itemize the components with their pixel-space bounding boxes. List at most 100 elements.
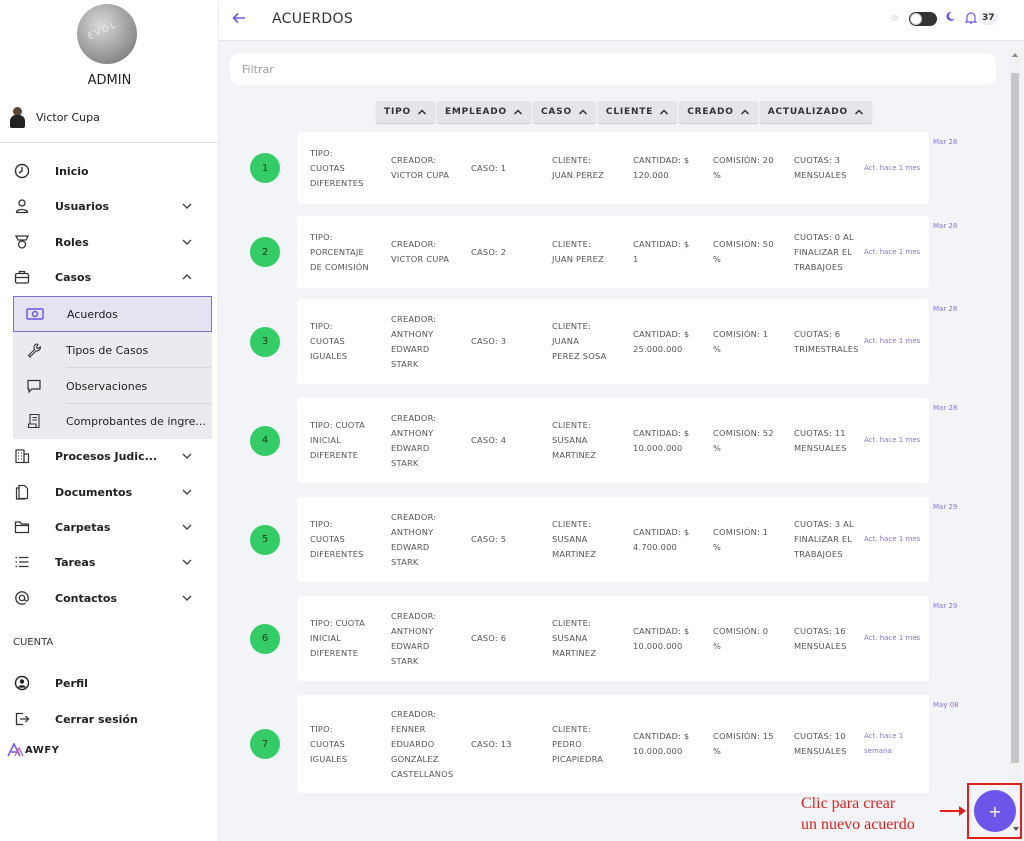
agreement-card[interactable]: TIPO: CUOTA INICIAL DIFERENTE CREADOR: ANTHO…: [297, 596, 929, 681]
sidebar-item-label: Perfil: [55, 676, 88, 690]
cliente-cell-line: CLIENTE:: [552, 618, 592, 628]
created-date: Mar 29: [933, 602, 958, 610]
theme-toggle[interactable]: [909, 12, 937, 26]
sidebar-item-label: Documentos: [55, 485, 133, 499]
scroll-up-arrow[interactable]: [1012, 53, 1018, 57]
submenu-item-comprobantes[interactable]: Comprobantes de ingre...: [13, 403, 212, 439]
sort-button-cliente[interactable]: CLIENTE: [597, 101, 678, 123]
sidebar-item-tareas[interactable]: Tareas: [0, 547, 212, 577]
chevron-up-icon: [417, 109, 426, 115]
chevron-down-icon[interactable]: [181, 450, 193, 462]
user-name: Victor Cupa: [36, 110, 100, 124]
filter-input[interactable]: [230, 53, 996, 85]
agreement-card[interactable]: TIPO: PORCENTAJE DE COMISIÓN CREADOR: VICTOR…: [297, 216, 929, 288]
sidebar-item-procesos-judiciales[interactable]: Procesos Judic...: [0, 441, 212, 471]
annotation-arrow: [940, 806, 966, 816]
creador-cell-line: CREADOR:: [391, 155, 437, 165]
annotation-line-2: un nuevo acuerdo: [801, 816, 915, 833]
filter-box[interactable]: [230, 53, 996, 85]
cliente-cell: CLIENTE: SUSANA MARTINEZ: [552, 616, 596, 661]
creador-cell-line: CREADOR:: [391, 412, 437, 423]
sidebar-item-usuarios[interactable]: Usuarios: [0, 191, 212, 221]
cliente-cell: CLIENTE: JUANA PEREZ SOSA: [552, 319, 606, 364]
user-row[interactable]: Victor Cupa: [8, 106, 100, 128]
sort-button-empleado[interactable]: EMPLEADO: [436, 101, 532, 123]
submenu-item-tipos-de-casos[interactable]: Tipos de Casos: [13, 332, 212, 368]
cantidad-cell-line: CANTIDAD: $: [633, 239, 690, 249]
creador-cell-line: EDUARDO: [391, 738, 435, 749]
chat-icon: [25, 377, 43, 395]
creador-cell-line: STARK: [391, 556, 419, 567]
creador-cell-line: STARK: [391, 457, 419, 468]
tipo-cell-line: TIPO:: [310, 147, 333, 158]
sidebar-item-casos[interactable]: Casos: [0, 262, 212, 292]
sidebar-item-inicio[interactable]: Inicio: [0, 156, 212, 186]
clock-icon: [13, 162, 31, 180]
bell-icon[interactable]: [964, 11, 978, 27]
user-avatar: [8, 106, 28, 128]
creador-cell-line: CREADOR:: [391, 313, 437, 324]
submenu-item-observaciones[interactable]: Observaciones: [13, 368, 212, 404]
comision-cell-line: %: [713, 746, 722, 756]
tipo-cell-line: TIPO:: [310, 519, 333, 529]
cuotas-cell: CUOTAS: 16 MENSUALES: [794, 624, 847, 654]
cliente-cell: CLIENTE: SUSANA MARTINEZ: [552, 418, 596, 463]
agreement-card[interactable]: TIPO: CUOTAS DIFERENTES CREADOR: ANTHONY EDWA…: [297, 497, 929, 582]
comision-cell-line: %: [713, 640, 722, 651]
sort-button-actualizado[interactable]: ACTUALIZADO: [759, 101, 872, 123]
cuotas-cell-line: MENSUALES: [794, 170, 847, 180]
caso-cell-line: CASO: 4: [471, 435, 507, 445]
chevron-up-icon[interactable]: [181, 271, 193, 283]
chevron-down-icon[interactable]: [181, 556, 193, 568]
back-arrow-icon[interactable]: [231, 10, 251, 30]
tipo-cell-line: TIPO: CUOTA: [310, 618, 366, 628]
scrollbar[interactable]: [1009, 51, 1021, 791]
cantidad-cell-line: CANTIDAD: $: [633, 731, 690, 741]
sort-button-tipo[interactable]: TIPO: [376, 101, 435, 123]
cuotas-cell-line: MENSUALES: [794, 640, 847, 651]
cliente-cell-line: JUAN PEREZ: [552, 170, 604, 180]
agreement-card[interactable]: TIPO: CUOTAS IGUALES CREADOR: FENNER EDUARDO G…: [297, 695, 929, 793]
updated-ago-line: Act. hace 1 mes: [864, 436, 921, 444]
cuotas-cell-line: CUOTAS: 16: [794, 625, 846, 636]
sidebar-item-documentos[interactable]: Documentos: [0, 477, 212, 507]
logout-icon: [13, 710, 31, 728]
submenu-item-acuerdos[interactable]: Acuerdos: [13, 296, 212, 332]
sidebar-item-cerrar-sesion[interactable]: Cerrar sesión: [0, 704, 212, 734]
chevron-down-icon[interactable]: [181, 200, 193, 212]
sort-button-creado[interactable]: CREADO: [679, 101, 758, 123]
sidebar-item-roles[interactable]: Roles: [0, 227, 212, 257]
chevron-down-icon[interactable]: [181, 236, 193, 248]
row-number-badge: 5: [250, 524, 280, 555]
chevron-down-icon[interactable]: [181, 592, 193, 604]
chevron-down-icon[interactable]: [181, 486, 193, 498]
agreement-card[interactable]: TIPO: CUOTAS DIFERENTES CREADOR: VICTOR CUPA…: [297, 132, 929, 204]
updated-ago-line: semana: [864, 747, 892, 755]
creador-cell-line: CREADOR:: [391, 239, 437, 249]
sidebar-item-perfil[interactable]: Perfil: [0, 668, 212, 698]
creador-cell-line: STARK: [391, 358, 419, 369]
chevron-up-icon: [513, 109, 523, 115]
agreement-card[interactable]: TIPO: CUOTA INICIAL DIFERENTE CREADOR: ANTHO…: [297, 398, 929, 483]
creador-cell-line: ANTHONY: [391, 526, 434, 537]
cliente-cell: CLIENTE: PEDRO PICAPIEDRA: [552, 722, 603, 767]
agreement-card[interactable]: TIPO: CUOTAS IGUALES CREADOR: ANTHONY EDWARD S…: [297, 299, 929, 384]
cuotas-cell: CUOTAS: 3 MENSUALES: [794, 153, 847, 183]
cliente-cell-line: PEREZ SOSA: [552, 351, 607, 361]
creador-cell-line: ANTHONY: [391, 625, 434, 636]
sort-button-caso[interactable]: CASO: [533, 101, 596, 123]
sort-button-label: CLIENTE: [605, 107, 654, 117]
caso-cell: CASO: 6: [471, 631, 506, 646]
sidebar-item-contactos[interactable]: Contactos: [0, 583, 212, 613]
sidebar-item-carpetas[interactable]: Carpetas: [0, 512, 212, 542]
caso-cell-line: CASO: 13: [471, 738, 512, 749]
add-agreement-button[interactable]: +: [974, 790, 1016, 832]
tipo-cell-line: INICIAL: [310, 633, 342, 643]
chevron-down-icon[interactable]: [181, 521, 193, 533]
profile-avatar[interactable]: EVOL: [77, 4, 137, 64]
comision-cell-line: %: [713, 343, 722, 354]
updated-ago-line: Act. hace 1 mes: [864, 337, 921, 345]
list-icon: [13, 553, 31, 571]
cuotas-cell-line: CUOTAS: 3: [794, 155, 841, 165]
scrollbar-thumb[interactable]: [1011, 73, 1019, 763]
